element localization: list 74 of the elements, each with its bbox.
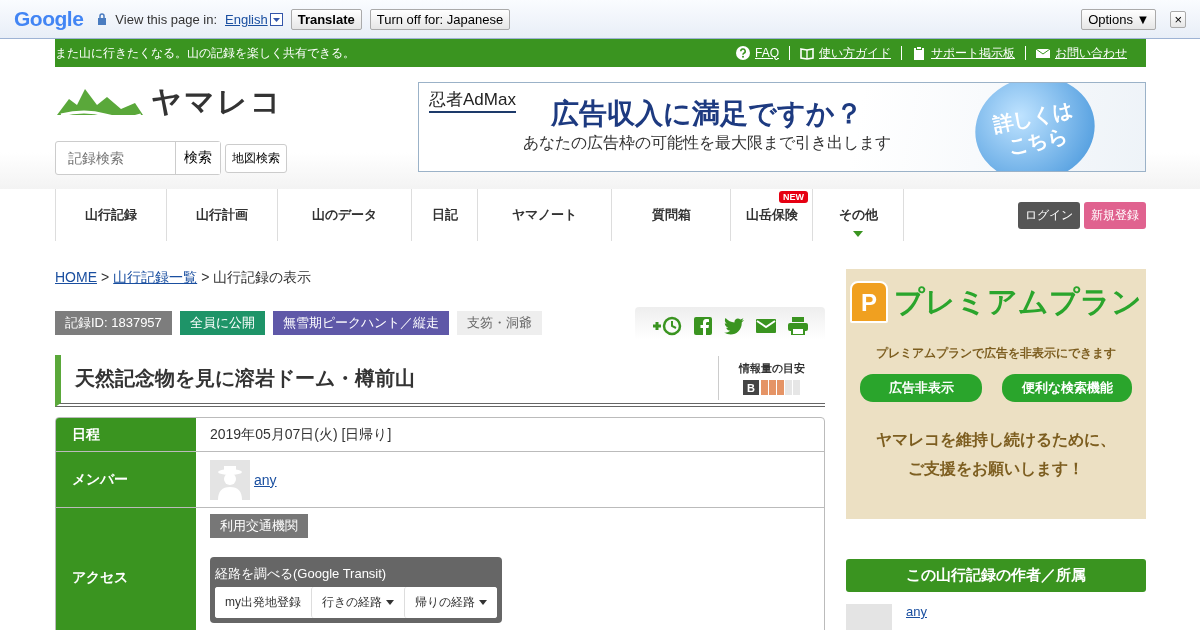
book-icon: [800, 46, 814, 60]
top-link[interactable]: FAQ: [726, 46, 789, 60]
clipboard-icon: [912, 46, 926, 60]
top-link[interactable]: サポート掲示板: [901, 46, 1025, 60]
record-tag: 全員に公開: [179, 311, 265, 335]
ad-subline: あなたの広告枠の可能性を最大限まで引き出します: [523, 133, 891, 153]
google-logo: Google: [14, 7, 84, 31]
premium-message: ヤマレコを維持し続けるために、: [876, 430, 1116, 450]
breadcrumb-separator: >: [201, 269, 210, 287]
site-logo: ヤマレコ: [151, 84, 283, 120]
premium-subtitle: プレミアムプランで広告を非表示にできます: [876, 345, 1116, 362]
feature-pill: 便利な検索機能: [1002, 374, 1132, 402]
top-link-label: FAQ: [755, 46, 779, 60]
ad-headline: 広告収入に満足ですか？: [551, 97, 863, 131]
nav-item[interactable]: 質問箱: [611, 189, 730, 241]
breadcrumb-link[interactable]: 山行記録一覧: [113, 269, 198, 287]
premium-p-icon: P: [850, 281, 888, 323]
breadcrumb-link[interactable]: HOME: [55, 269, 97, 287]
new-badge: NEW: [779, 191, 808, 203]
row-label: アクセス: [56, 508, 196, 630]
premium-banner[interactable]: P プレミアムプラン プレミアムプランで広告を非表示にできます 広告非表示 便利な検索機能 ヤマレコを維持し続けるために、 ご支援をお願いします！: [846, 269, 1146, 519]
nav-item[interactable]: ヤマノート: [477, 189, 611, 241]
language-link[interactable]: English: [225, 11, 268, 27]
ad-brand: 忍者AdMax: [429, 88, 516, 113]
tagline: また山に行きたくなる。山の記録を楽しく共有できる。: [55, 44, 355, 62]
transport-tag: 利用交通機関: [210, 514, 308, 538]
date-value: 2019年05月07日(火) [日帰り]: [210, 425, 393, 444]
row-label: メンバー: [56, 452, 196, 507]
search-field[interactable]: 記録検索 検索: [55, 141, 221, 175]
add-clock-icon[interactable]: [652, 316, 682, 336]
options-button[interactable]: Options ▼: [1081, 8, 1157, 30]
top-link-label: 使い方ガイド: [819, 46, 891, 60]
mail-icon[interactable]: [756, 319, 776, 333]
print-icon[interactable]: [788, 317, 808, 335]
help-icon: [736, 46, 750, 60]
row-label: 日程: [56, 418, 196, 451]
record-tag: 支笏・洞爺: [456, 311, 542, 335]
nav-item[interactable]: NEW 山岳保険: [730, 189, 812, 241]
ad-banner[interactable]: 忍者AdMax 広告収入に満足ですか？ あなたの広告枠の可能性を最大限まで引き出します 詳しくは こちら: [418, 82, 1146, 172]
record-title: 天然記念物を見に溶岩ドーム・樽前山: [75, 365, 416, 391]
record-tag: 記録ID: 1837957: [55, 311, 172, 335]
search-button[interactable]: 検索: [175, 142, 220, 174]
nav-item[interactable]: 山のデータ: [277, 189, 411, 241]
turn-off-button[interactable]: Turn off for: Japanese: [369, 8, 511, 30]
route-button[interactable]: 帰りの経路: [404, 587, 497, 618]
breadcrumb-separator: >: [101, 269, 110, 287]
login-button[interactable]: ログイン: [1018, 202, 1080, 229]
dropdown-icon[interactable]: [269, 12, 283, 26]
twitter-icon[interactable]: [724, 317, 744, 335]
feature-pill: 広告非表示: [860, 374, 982, 402]
transit-title: 経路を調べる(Google Transit): [215, 566, 387, 581]
avatar-icon: [210, 459, 250, 500]
facebook-icon[interactable]: [694, 317, 712, 335]
top-link[interactable]: 使い方ガイド: [789, 46, 901, 60]
nav-item[interactable]: 山行記録: [55, 189, 166, 241]
map-search-button[interactable]: 地図検索: [225, 143, 287, 173]
author-link[interactable]: any: [906, 604, 927, 630]
premium-message: ご支援をお願いします！: [908, 459, 1084, 479]
info-grade: B: [743, 380, 759, 395]
breadcrumb-current: 山行記録の表示: [213, 269, 312, 287]
member-link[interactable]: any: [254, 471, 277, 488]
premium-title: プレミアムプラン: [894, 283, 1142, 320]
author-heading: この山行記録の作者／所属: [846, 559, 1146, 592]
record-tag: 無雪期ピークハント／縦走: [272, 311, 449, 335]
close-button[interactable]: ×: [1170, 10, 1186, 28]
nav-item[interactable]: その他: [812, 189, 904, 241]
top-link-label: サポート掲示板: [931, 46, 1015, 60]
lock-icon: [97, 13, 108, 25]
info-meter-label: 情報量の目安: [739, 361, 805, 376]
nav-item[interactable]: 山行計画: [166, 189, 277, 241]
nav-item[interactable]: 日記: [411, 189, 477, 241]
translate-prompt: View this page in:: [115, 11, 217, 27]
mail-icon: [1036, 46, 1050, 60]
translate-button[interactable]: Translate: [290, 8, 362, 30]
